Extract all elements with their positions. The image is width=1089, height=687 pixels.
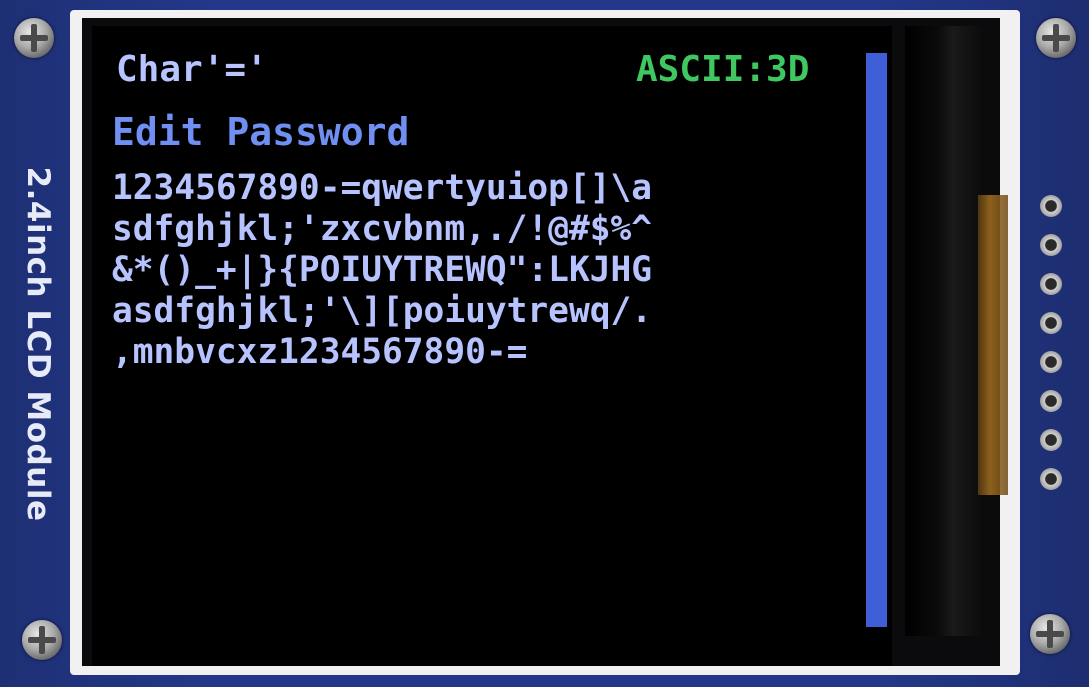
header-pin	[1040, 351, 1062, 373]
screw-icon	[1030, 614, 1070, 654]
lcd-edge	[905, 26, 985, 636]
header-pin	[1040, 234, 1062, 256]
header-pin	[1040, 390, 1062, 412]
screw-icon	[14, 18, 54, 58]
password-text-area[interactable]: 1234567890-=qwertyuiop[]\a sdfghjkl;'zxc…	[112, 168, 652, 373]
password-line: &*()_+|}{POIUYTREWQ":LKJHG	[112, 250, 653, 290]
char-indicator: Char'='	[116, 49, 268, 90]
header-pin	[1040, 312, 1062, 334]
header-pin	[1040, 429, 1062, 451]
module-label-text: 2.4inch LCD Module	[20, 166, 56, 522]
header-pin	[1040, 273, 1062, 295]
header-pin	[1040, 468, 1062, 490]
password-line: 1234567890-=qwertyuiop[]\a	[112, 168, 653, 208]
header-pin	[1040, 195, 1062, 217]
ascii-indicator: ASCII:3D	[636, 49, 810, 90]
password-line: asdfghjkl;'\][poiuytrewq/.	[112, 291, 653, 331]
flex-cable	[978, 195, 1008, 495]
screw-icon	[1036, 18, 1076, 58]
lcd-module-board: 2.4inch LCD Module Char'=' ASCII:3D Edit…	[0, 0, 1089, 687]
password-line: sdfghjkl;'zxcvbnm,./!@#$%^	[112, 209, 653, 249]
screen-title: Edit Password	[112, 110, 410, 154]
scrollbar[interactable]	[866, 53, 887, 627]
password-line: ,mnbvcxz1234567890-=	[112, 332, 528, 372]
screw-icon	[22, 620, 62, 660]
